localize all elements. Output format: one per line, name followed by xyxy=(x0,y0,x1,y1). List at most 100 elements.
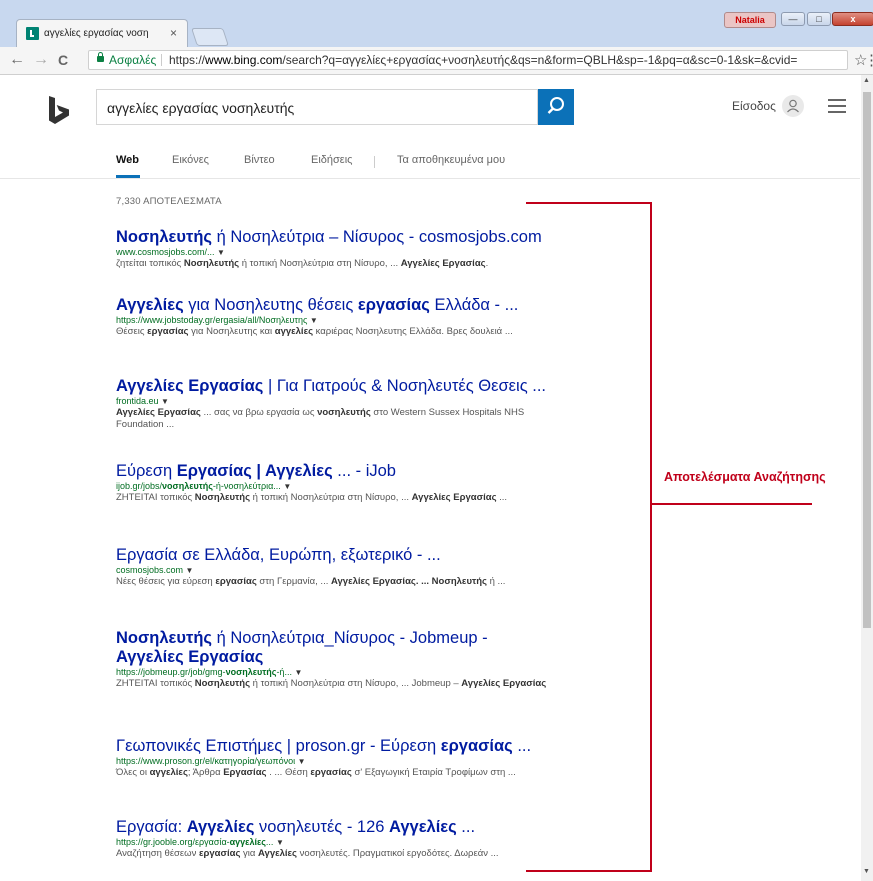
address-bar[interactable]: Ασφαλές https://www.bing.com/search?q=αγ… xyxy=(88,50,848,70)
text-run: ... - iJob xyxy=(332,462,396,480)
tab-images[interactable]: Εικόνες xyxy=(172,154,209,166)
result-snippet: ΖΗΤΕΙΤΑΙ τοπικός Νοσηλευτής ή τοπική Νοσ… xyxy=(116,492,566,504)
text-run: νοσηλευτής xyxy=(317,407,371,418)
result-url-text: www.cosmosjobs.com/... xyxy=(116,247,215,257)
secure-label: Ασφαλές xyxy=(109,53,157,67)
text-run: αγγελίες xyxy=(274,326,314,337)
result-title-link[interactable]: Νοσηλευτής ή Νοσηλεύτρια – Νίσυρος - cos… xyxy=(116,228,566,247)
result-snippet: Αγγελίες Εργασίας ... σας να βρω εργασία… xyxy=(116,407,566,431)
text-run: . ... Θέση xyxy=(266,767,311,778)
forward-button[interactable]: → xyxy=(33,51,49,69)
result-url-text: https://jobmeup.gr/job/gmg-νοσηλευτής-ή.… xyxy=(116,667,292,677)
url-caret-icon[interactable]: ▼ xyxy=(310,316,318,325)
text-run: https://www.proson.gr/el/κατηγορία/γεωπό… xyxy=(116,756,296,766)
result-title-link[interactable]: Αγγελίες για Νοσηλευτης θέσεις εργασίας … xyxy=(116,296,566,315)
minimize-button[interactable]: — xyxy=(781,12,805,26)
url-caret-icon[interactable]: ▼ xyxy=(186,566,194,575)
search-result: Εργασία: Αγγελίες νοσηλευτές - 126 Αγγελ… xyxy=(116,818,566,860)
tab-videos[interactable]: Βίντεο xyxy=(244,154,275,166)
browser-tab[interactable]: αγγελίες εργασίας νοση × xyxy=(16,19,188,47)
user-icon[interactable] xyxy=(782,95,804,117)
scroll-down-arrow-icon[interactable]: ▼ xyxy=(863,868,870,875)
text-run: Αγγελίες Εργασίας xyxy=(116,407,201,418)
result-url: cosmosjobs.com ▼ xyxy=(116,565,566,576)
close-window-button[interactable]: x xyxy=(832,12,873,26)
tab-news[interactable]: Ειδήσεις xyxy=(311,154,352,166)
text-run: Αναζήτηση θέσεων xyxy=(116,848,199,859)
scope-tabs: Web Εικόνες Βίντεο Ειδήσεις Τα αποθηκευμ… xyxy=(0,148,860,179)
text-run: Εύρεση xyxy=(116,462,177,480)
result-url: https://www.proson.gr/el/κατηγορία/γεωπό… xyxy=(116,756,566,767)
text-run: αγγελίες xyxy=(229,837,266,847)
result-url: https://www.jobstoday.gr/ergasia/all/Νοσ… xyxy=(116,315,566,326)
url-caret-icon[interactable]: ▼ xyxy=(294,668,302,677)
tab-title: αγγελίες εργασίας νοση xyxy=(44,28,149,39)
scroll-up-arrow-icon[interactable]: ▲ xyxy=(863,77,870,84)
url-caret-icon[interactable]: ▼ xyxy=(276,838,284,847)
text-run: Αγγελίες xyxy=(389,818,457,836)
url-caret-icon[interactable]: ▼ xyxy=(298,757,306,766)
url-caret-icon[interactable]: ▼ xyxy=(217,248,225,257)
result-title-link[interactable]: Νοσηλευτής ή Νοσηλεύτρια_Νίσυρος - Jobme… xyxy=(116,629,536,667)
annotation-label: Αποτελέσματα Αναζήτησης xyxy=(664,470,826,484)
maximize-button[interactable]: □ xyxy=(807,12,831,26)
text-run: Εργασία: xyxy=(116,818,187,836)
result-title-link[interactable]: Εύρεση Εργασίας | Αγγελίες ... - iJob xyxy=(116,462,566,481)
text-run: ή Νοσηλεύτρια_Νίσυρος - Jobmeup - xyxy=(212,629,488,647)
annotation-pointer-line xyxy=(652,503,812,505)
profile-chip[interactable]: Natalia xyxy=(724,12,776,28)
tab-saved[interactable]: Τα αποθηκευμένα μου xyxy=(397,154,505,166)
text-run: Νοσηλευτής xyxy=(116,228,212,246)
lock-icon xyxy=(97,52,104,62)
result-snippet: Όλες οι αγγελίες; Άρθρα Εργασίας . ... Θ… xyxy=(116,767,566,779)
result-snippet: Θέσεις εργασίας για Νοσηλευτης και αγγελ… xyxy=(116,326,566,338)
url-text: https://www.bing.com/search?q=αγγελίες+ε… xyxy=(169,51,797,69)
text-run: Αγγελίες Εργασίας xyxy=(116,377,264,395)
text-run: Γεωπονικές Επιστήμες | proson.gr - Εύρεσ… xyxy=(116,737,441,755)
result-title-link[interactable]: Γεωπονικές Επιστήμες | proson.gr - Εύρεσ… xyxy=(116,737,566,756)
result-title-link[interactable]: Εργασία: Αγγελίες νοσηλευτές - 126 Αγγελ… xyxy=(116,818,566,837)
text-run: Νοσηλευτής xyxy=(183,258,240,269)
text-run: αγγελίες xyxy=(149,767,188,778)
result-title-link[interactable]: Αγγελίες Εργασίας | Για Γιατρούς & Νοσηλ… xyxy=(116,377,566,396)
search-input[interactable] xyxy=(97,90,529,126)
text-run: καριέρας Νοσηλευτης Ελλάδα. Βρες δουλειά… xyxy=(313,326,513,337)
tab-close-icon[interactable]: × xyxy=(170,26,177,40)
result-title-link[interactable]: Εργασία σε Ελλάδα, Ευρώπη, εξωτερικό - .… xyxy=(116,546,566,565)
text-run: εργασίας xyxy=(198,848,241,859)
result-snippet: Νέες θέσεις για εύρεση εργασίας στη Γερμ… xyxy=(116,576,566,588)
text-run: ή Νοσηλεύτρια – Νίσυρος - cosmosjobs.com xyxy=(212,228,542,246)
reload-button[interactable]: C xyxy=(58,51,68,69)
bing-logo-icon[interactable] xyxy=(48,96,70,126)
text-run: νοσηλευτής xyxy=(225,667,277,677)
url-caret-icon[interactable]: ▼ xyxy=(161,397,169,406)
tab-web[interactable]: Web xyxy=(116,154,139,166)
url-caret-icon[interactable]: ▼ xyxy=(283,482,291,491)
text-run: Νέες θέσεις για εύρεση xyxy=(116,576,216,587)
result-url-text: https://www.proson.gr/el/κατηγορία/γεωπό… xyxy=(116,756,295,766)
url-scheme: https:// xyxy=(169,53,206,67)
text-run: . xyxy=(485,258,489,269)
text-run: ή τοπική Νοσηλεύτρια στη Νίσυρο, ... xyxy=(239,258,401,269)
result-snippet: ζητείται τοπικός Νοσηλευτής ή τοπική Νοσ… xyxy=(116,258,566,270)
search-button[interactable] xyxy=(538,89,574,125)
new-tab-button[interactable] xyxy=(191,28,229,46)
text-run: ; Άρθρα xyxy=(187,767,224,778)
search-box[interactable] xyxy=(96,89,538,126)
result-url-text: cosmosjobs.com xyxy=(116,565,183,575)
result-url: www.cosmosjobs.com/... ▼ xyxy=(116,247,566,258)
hamburger-icon[interactable] xyxy=(828,99,846,113)
text-run: ή τοπική Νοσηλεύτρια στη Νίσυρο, ... xyxy=(250,492,412,503)
search-result: Αγγελίες για Νοσηλευτης θέσεις εργασίας … xyxy=(116,296,566,338)
text-run: Όλες οι xyxy=(116,767,150,778)
back-button[interactable]: ← xyxy=(9,51,25,69)
browser-menu-icon[interactable]: ⋮ xyxy=(864,51,873,69)
text-run: https://jobmeup.gr/job/gmg- xyxy=(116,667,226,677)
search-result: Εργασία σε Ελλάδα, Ευρώπη, εξωτερικό - .… xyxy=(116,546,566,588)
result-url-text: https://www.jobstoday.gr/ergasia/all/Νοσ… xyxy=(116,315,307,325)
text-run: ... xyxy=(456,818,476,836)
result-url-text: https://gr.jooble.org/εργασία-αγγελίες..… xyxy=(116,837,273,847)
text-run: cosmosjobs.com xyxy=(116,565,184,575)
signin-link[interactable]: Είσοδος xyxy=(732,99,776,113)
scrollbar-thumb[interactable] xyxy=(863,92,871,628)
